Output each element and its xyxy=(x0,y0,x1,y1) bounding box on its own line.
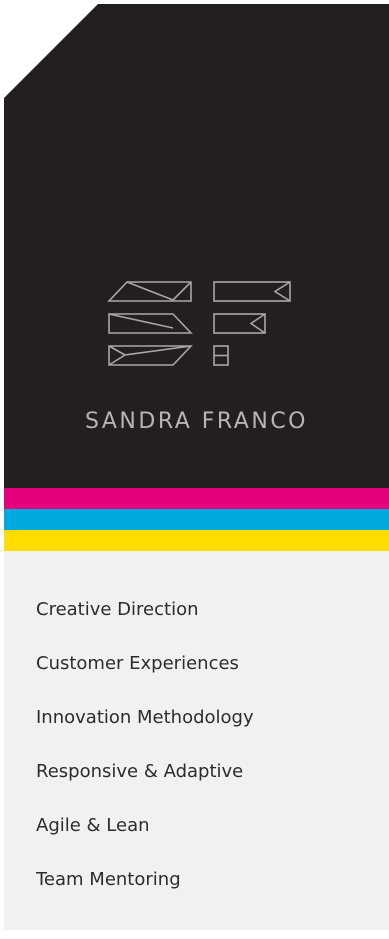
service-item: Customer Experiences xyxy=(36,653,239,674)
brand-name: SANDRA FRANCO xyxy=(85,409,308,434)
cyan-stripe xyxy=(4,509,389,530)
service-item: Creative Direction xyxy=(36,599,199,620)
service-item: Innovation Methodology xyxy=(36,707,254,728)
business-card: SANDRA FRANCO Creative Direction Custome… xyxy=(4,4,389,930)
services-panel: Creative Direction Customer Experiences … xyxy=(4,551,389,930)
magenta-stripe xyxy=(4,488,389,509)
header-panel: SANDRA FRANCO xyxy=(4,4,389,488)
services-list: Creative Direction Customer Experiences … xyxy=(36,598,254,922)
service-item: Team Mentoring xyxy=(36,869,181,890)
yellow-stripe xyxy=(4,530,389,551)
page: SANDRA FRANCO Creative Direction Custome… xyxy=(0,0,389,939)
service-item: Agile & Lean xyxy=(36,815,150,836)
service-item: Responsive & Adaptive xyxy=(36,761,244,782)
sf-monogram-icon xyxy=(107,281,291,366)
